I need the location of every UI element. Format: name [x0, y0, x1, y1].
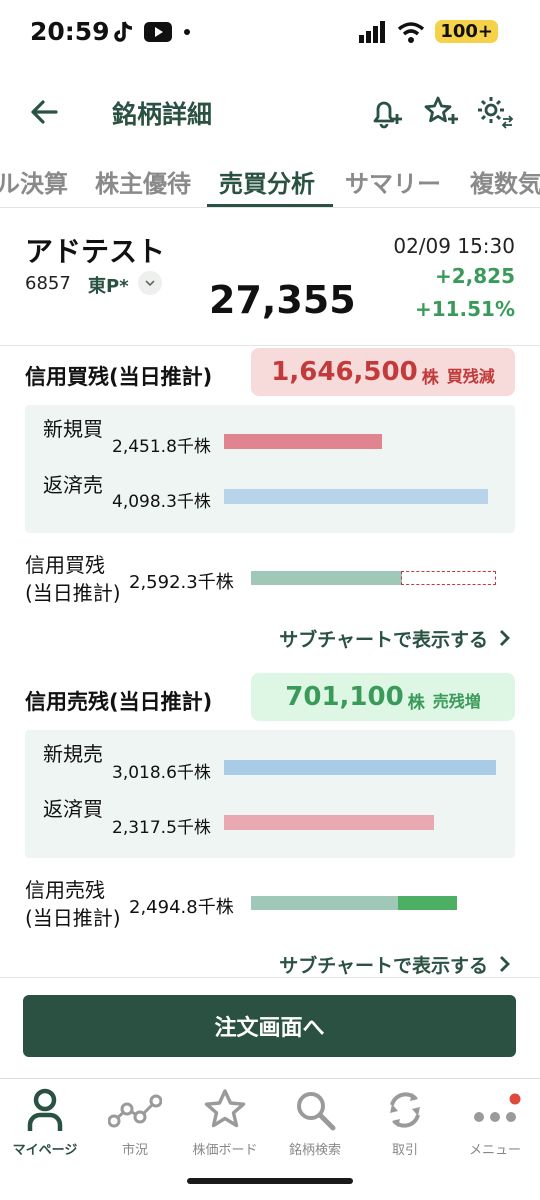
margin-sell-badge: 701,100 株 売残増: [251, 673, 515, 721]
margin-sell-panel: 新規売 3,018.6千株 返済買 2,317.5千株: [25, 730, 515, 858]
divider: [0, 977, 540, 978]
margin-sell-balance-label-line2: (当日推計): [25, 906, 121, 930]
stock-price: 27,355: [209, 278, 356, 322]
star-icon: [204, 1089, 246, 1128]
margin-buy-badge: 1,646,500 株 買残減: [251, 348, 515, 396]
sub-chart-link[interactable]: サブチャートで表示する: [279, 951, 488, 978]
margin-sell-balance-label: 信用売残 (当日推計): [25, 876, 121, 932]
margin-sell-badge-value: 701,100: [285, 682, 404, 712]
margin-buy-decrease-bar: [401, 571, 496, 585]
nav-label: 銘柄検索: [288, 1143, 341, 1158]
margin-sell-badge-unit: 株: [407, 692, 425, 713]
margin-buy-badge-status: 買残減: [446, 367, 495, 386]
stock-name: アドテスト: [25, 235, 166, 268]
recycle-icon: [390, 1092, 420, 1128]
battery-indicator: 100+: [435, 20, 498, 43]
margin-sell-badge-status: 売残増: [432, 692, 481, 711]
menu-dots-icon: [474, 1093, 521, 1122]
stock-code: 6857: [25, 273, 71, 294]
new-sell-bar: [224, 760, 496, 775]
repay-buy-value: 2,317.5千株: [112, 818, 211, 838]
tab-multiple[interactable]: 複数気: [470, 164, 540, 199]
margin-buy-balance-value: 2,592.3千株: [129, 572, 234, 593]
nav-label: メニュー: [468, 1143, 521, 1158]
search-icon: [297, 1092, 336, 1131]
margin-sell-balance-bar: [251, 896, 399, 910]
repay-buy-label: 返済買: [43, 797, 103, 821]
margin-buy-badge-unit: 株: [421, 367, 439, 388]
new-buy-bar: [224, 434, 382, 449]
price-change-percent: +11.51%: [414, 297, 515, 321]
signal-icon: [359, 20, 386, 43]
margin-buy-title: 信用買残(当日推計): [25, 365, 213, 389]
new-sell-label: 新規売: [43, 742, 103, 766]
tab-summary[interactable]: サマリー: [345, 164, 441, 199]
status-bar: 20:59 100+: [0, 0, 540, 70]
new-buy-label: 新規買: [43, 417, 103, 441]
price-timestamp: 02/09 15:30: [393, 234, 515, 258]
status-system-icons: 100+: [359, 20, 498, 43]
chevron-right-icon[interactable]: [494, 628, 514, 648]
chevron-right-icon[interactable]: [494, 954, 514, 974]
back-arrow-icon[interactable]: [26, 94, 62, 130]
new-sell-value: 3,018.6千株: [112, 763, 211, 783]
status-notification-icons: [112, 20, 192, 44]
youtube-icon: [144, 22, 172, 42]
price-change: +2,825: [434, 264, 515, 288]
nav-label: 市況: [121, 1143, 148, 1158]
margin-buy-balance-label-line2: (当日推計): [25, 581, 121, 605]
tiktok-icon: [114, 21, 133, 42]
order-screen-button[interactable]: 注文画面へ: [23, 995, 516, 1057]
stock-market[interactable]: 東P*: [88, 272, 129, 298]
tab-bar: ル決算 株主優待 売買分析 サマリー 複数気: [0, 150, 540, 208]
chevron-down-icon[interactable]: [138, 271, 162, 295]
nav-my-page[interactable]: マイページ: [0, 1087, 90, 1167]
nav-label: マイページ: [12, 1143, 78, 1158]
margin-sell-increase-bar: [398, 896, 457, 910]
page-title: 銘柄詳細: [112, 100, 213, 129]
margin-sell-balance-label-line1: 信用売残: [25, 878, 105, 902]
home-indicator: [187, 1178, 353, 1184]
tab-financial-results[interactable]: ル決算: [0, 164, 68, 199]
margin-sell-balance-value: 2,494.8千株: [129, 897, 234, 918]
app-header: 銘柄詳細: [0, 80, 540, 144]
tab-shareholder-benefits[interactable]: 株主優待: [95, 164, 191, 199]
repay-sell-label: 返済売: [43, 473, 103, 497]
repay-buy-bar: [224, 815, 434, 830]
nav-stock-board[interactable]: 株価ボード: [180, 1087, 270, 1167]
market-icon: [108, 1094, 162, 1128]
margin-buy-balance-bar: [251, 571, 402, 585]
alert-add-icon[interactable]: [366, 92, 406, 132]
repay-sell-value: 4,098.3千株: [112, 492, 211, 512]
margin-sell-title: 信用売残(当日推計): [25, 690, 213, 714]
nav-market[interactable]: 市況: [90, 1087, 180, 1167]
sub-chart-link[interactable]: サブチャートで表示する: [279, 625, 488, 652]
tab-trading-analysis[interactable]: 売買分析: [219, 164, 315, 199]
nav-label: 取引: [391, 1143, 418, 1158]
margin-buy-balance-label-line1: 信用買残: [25, 553, 105, 577]
repay-sell-bar: [224, 489, 488, 504]
wifi-icon: [398, 21, 425, 43]
margin-buy-panel: 新規買 2,451.8千株 返済売 4,098.3千株: [25, 405, 515, 533]
favorite-add-icon[interactable]: [421, 92, 461, 132]
nav-stock-search[interactable]: 銘柄検索: [270, 1087, 360, 1167]
new-buy-value: 2,451.8千株: [112, 437, 211, 457]
divider: [0, 345, 540, 346]
nav-trade[interactable]: 取引: [360, 1087, 450, 1167]
active-tab-indicator: [207, 204, 333, 207]
nav-menu[interactable]: メニュー: [450, 1087, 540, 1167]
settings-swap-icon[interactable]: [474, 92, 514, 132]
dot-icon: [184, 29, 190, 35]
status-time: 20:59: [30, 17, 110, 46]
nav-label: 株価ボード: [192, 1143, 258, 1158]
person-icon: [27, 1088, 63, 1131]
margin-buy-balance-label: 信用買残 (当日推計): [25, 551, 121, 607]
margin-buy-badge-value: 1,646,500: [271, 357, 418, 387]
